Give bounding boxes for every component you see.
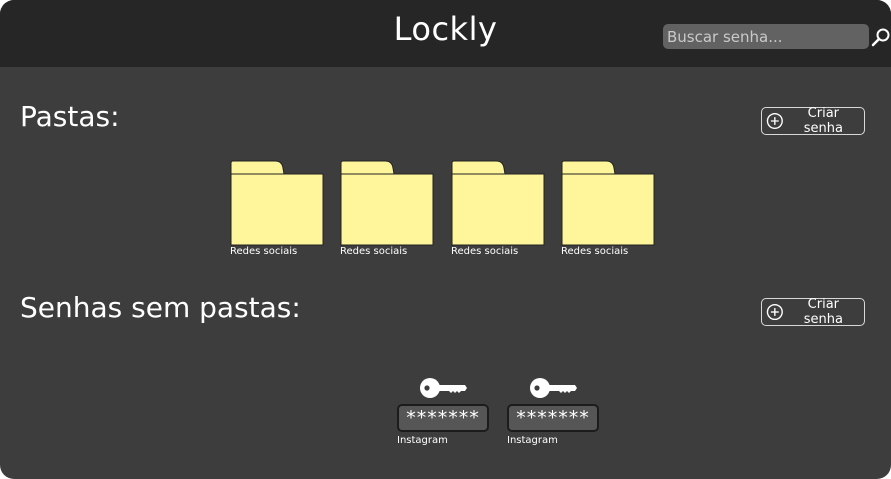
create-password-button-unfiled[interactable]: Criar senha — [761, 297, 865, 327]
folders-section-title: Pastas: — [20, 100, 120, 133]
masked-password: ******* — [397, 404, 489, 432]
search-button[interactable] — [871, 27, 891, 49]
password-item[interactable]: ******* Instagram — [397, 377, 490, 452]
plus-circle-icon — [766, 303, 783, 321]
app-window: Lockly Pastas: Criar senha Redes sociais — [0, 0, 891, 479]
folder-item[interactable]: Redes sociais — [561, 160, 655, 260]
password-item[interactable]: ******* Instagram — [507, 377, 600, 452]
masked-password: ******* — [507, 404, 599, 432]
create-button-label: Criar senha — [803, 106, 843, 136]
header-bar: Lockly — [0, 0, 891, 67]
key-icon — [420, 378, 467, 398]
folder-icon — [451, 160, 545, 246]
folder-label: Redes sociais — [230, 246, 298, 257]
folder-icon — [230, 160, 324, 246]
folder-item[interactable]: Redes sociais — [230, 160, 324, 260]
key-icon — [530, 378, 577, 398]
search-input[interactable] — [663, 24, 869, 49]
folder-item[interactable]: Redes sociais — [340, 160, 434, 260]
folder-label: Redes sociais — [451, 246, 519, 257]
folder-label: Redes sociais — [561, 246, 629, 257]
folder-item[interactable]: Redes sociais — [451, 160, 545, 260]
passwords-section-title: Senhas sem pastas: — [20, 291, 301, 324]
password-label: Instagram — [397, 435, 448, 446]
create-button-label: Criar senha — [803, 297, 843, 327]
folder-icon — [561, 160, 655, 246]
search-icon — [871, 28, 890, 47]
plus-circle-icon — [766, 112, 783, 130]
folder-icon — [340, 160, 434, 246]
folder-label: Redes sociais — [340, 246, 408, 257]
create-password-button-folders[interactable]: Criar senha — [761, 106, 865, 136]
password-label: Instagram — [507, 435, 558, 446]
